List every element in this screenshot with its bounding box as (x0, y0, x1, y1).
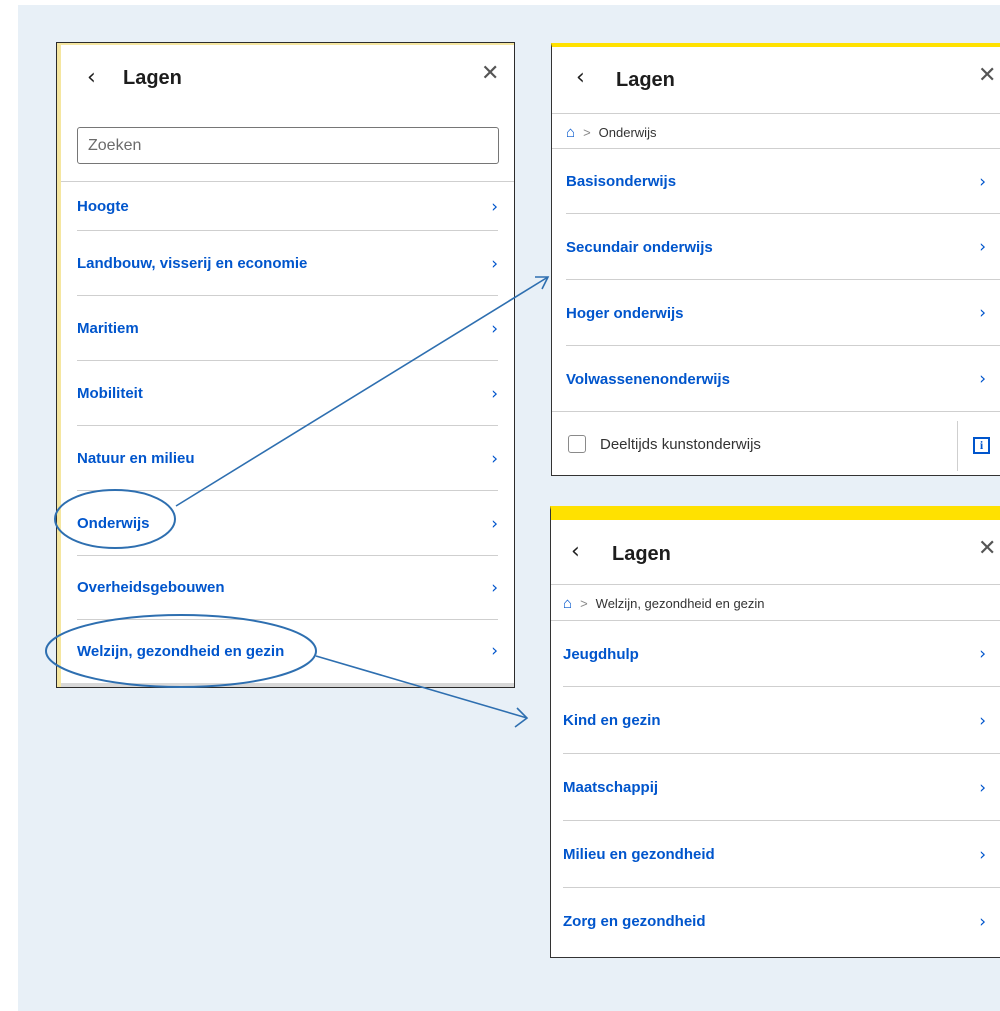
highlight-ellipse-welzijn (45, 614, 317, 688)
arrow-to-welzijn-line (315, 655, 528, 719)
highlight-ellipse-onderwijs (54, 489, 176, 549)
arrow-to-onderwijs-line (175, 276, 549, 507)
annotation-overlay (45, 276, 550, 728)
